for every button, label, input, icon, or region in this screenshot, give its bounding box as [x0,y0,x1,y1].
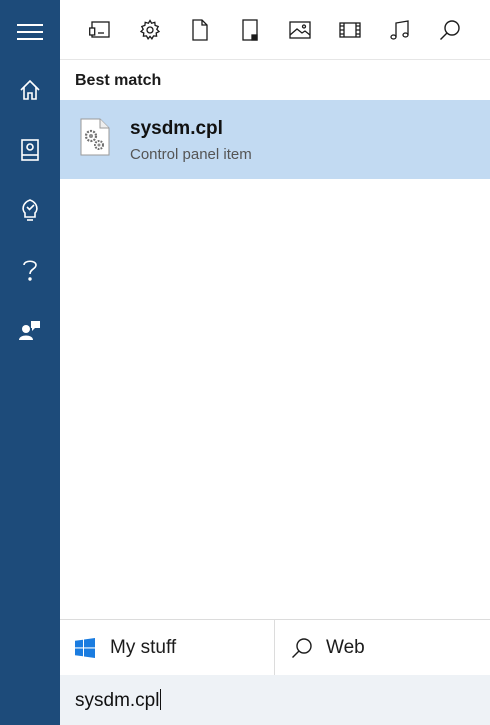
apps-icon [89,21,110,38]
filter-folders-button[interactable] [230,10,270,50]
filter-music-button[interactable] [380,10,420,50]
control-panel-file-icon [80,118,110,156]
left-nav-rail [0,0,60,725]
notebook-icon [21,139,39,161]
hamburger-icon [17,24,43,40]
my-stuff-button[interactable]: My stuff [60,620,275,675]
filter-apps-button[interactable] [80,10,120,50]
videos-icon [339,22,361,38]
result-name: sysdm.cpl [130,118,223,139]
text-caret [160,689,162,710]
filter-settings-button[interactable] [130,10,170,50]
insights-button[interactable] [0,180,60,240]
search-icon [292,637,312,658]
filter-videos-button[interactable] [330,10,370,50]
filter-documents-button[interactable] [180,10,220,50]
help-button[interactable] [0,240,60,300]
search-icon [440,20,460,40]
search-query: sysdm.cpl [75,690,160,711]
result-type: Control panel item [130,146,252,163]
my-stuff-label: My stuff [110,636,177,658]
web-label: Web [326,636,365,658]
lightbulb-icon [22,199,38,221]
filter-toolbar [60,0,490,60]
feedback-button[interactable] [0,300,60,360]
menu-button[interactable] [0,2,60,62]
settings-icon [139,19,161,40]
notebook-button[interactable] [0,120,60,180]
scope-filters: My stuff Web [60,619,490,675]
documents-icon [192,19,208,41]
photos-icon [289,21,311,39]
question-icon [23,260,37,281]
search-input[interactable]: sysdm.cpl [75,689,162,712]
music-icon [390,20,409,40]
web-button[interactable]: Web [276,620,490,675]
windows-logo-icon [75,637,95,658]
filter-photos-button[interactable] [280,10,320,50]
folders-icon [242,19,258,41]
filter-web-button[interactable] [430,10,470,50]
home-icon [20,79,40,100]
feedback-icon [19,321,40,340]
section-title: Best match [75,72,162,89]
home-button[interactable] [0,60,60,120]
best-match-result[interactable]: sysdm.cpl Control panel item [60,100,490,179]
search-box[interactable]: sysdm.cpl [60,675,490,725]
